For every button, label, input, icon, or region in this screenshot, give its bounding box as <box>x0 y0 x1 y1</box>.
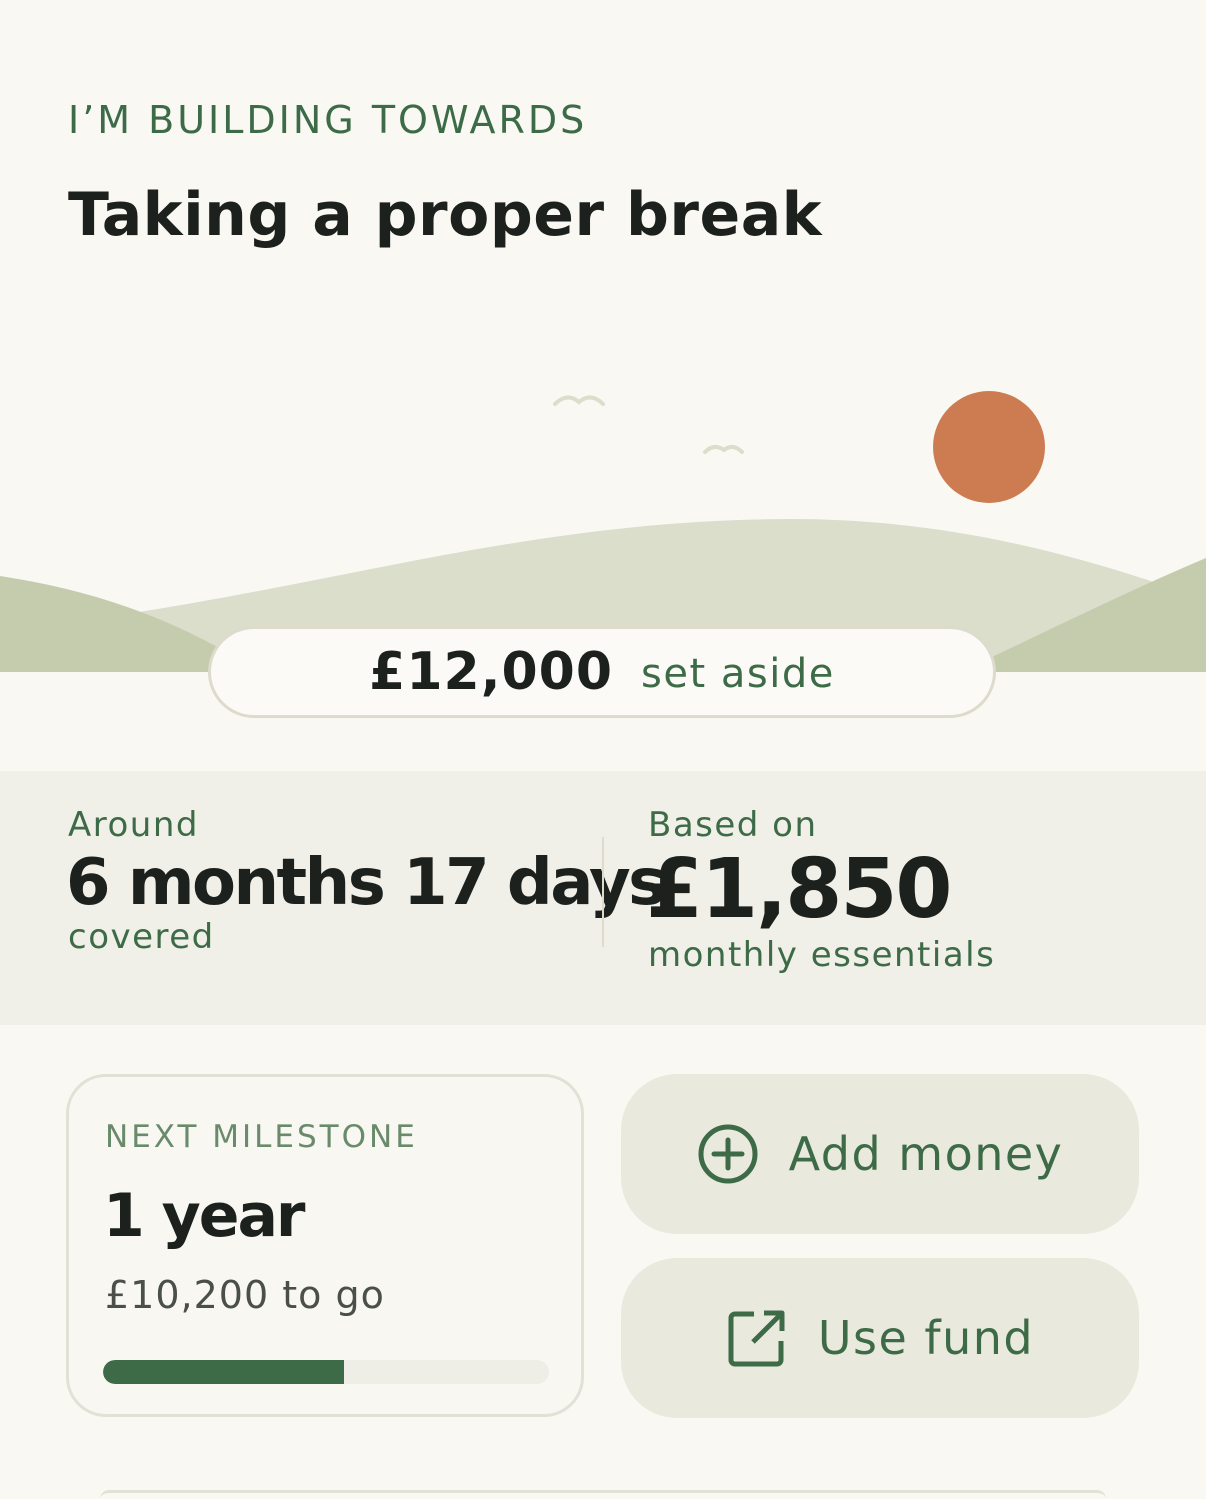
eyebrow-label: I’M BUILDING TOWARDS <box>68 98 588 142</box>
goal-title: Taking a proper break <box>68 180 823 250</box>
milestone-progress-bar <box>103 1360 549 1384</box>
coverage-stat: Around 6 months 17 days covered <box>66 771 666 1025</box>
essentials-stat: Based on £1,850 monthly essentials <box>646 771 1188 1025</box>
add-money-label: Add money <box>788 1127 1064 1181</box>
coverage-prefix: Around <box>68 805 199 845</box>
landscape-illustration <box>0 300 1206 680</box>
balance-label: set aside <box>641 651 835 697</box>
stats-panel: Around 6 months 17 days covered Based on… <box>0 771 1206 1025</box>
balance-amount: £12,000 <box>369 642 614 702</box>
add-money-button[interactable]: Add money <box>621 1074 1139 1234</box>
plus-circle-icon <box>697 1123 759 1185</box>
milestone-label: NEXT MILESTONE <box>105 1119 418 1155</box>
essentials-prefix: Based on <box>648 805 818 845</box>
use-fund-label: Use fund <box>817 1311 1035 1365</box>
bird-icon <box>553 395 605 406</box>
sun-icon <box>933 391 1045 503</box>
next-milestone-card: NEXT MILESTONE 1 year £10,200 to go <box>66 1074 584 1417</box>
balance-pill: £12,000 set aside <box>208 626 996 718</box>
essentials-suffix: monthly essentials <box>648 935 996 975</box>
milestone-value: 1 year <box>103 1181 306 1251</box>
coverage-suffix: covered <box>68 917 215 957</box>
external-link-icon <box>726 1307 788 1369</box>
stats-divider <box>602 837 604 947</box>
essentials-value: £1,850 <box>646 842 952 937</box>
milestone-progress-fill <box>103 1360 344 1384</box>
bird-icon <box>703 445 744 454</box>
use-fund-button[interactable]: Use fund <box>621 1258 1139 1418</box>
coverage-value: 6 months 17 days <box>66 846 666 920</box>
milestone-remaining: £10,200 to go <box>105 1273 385 1317</box>
